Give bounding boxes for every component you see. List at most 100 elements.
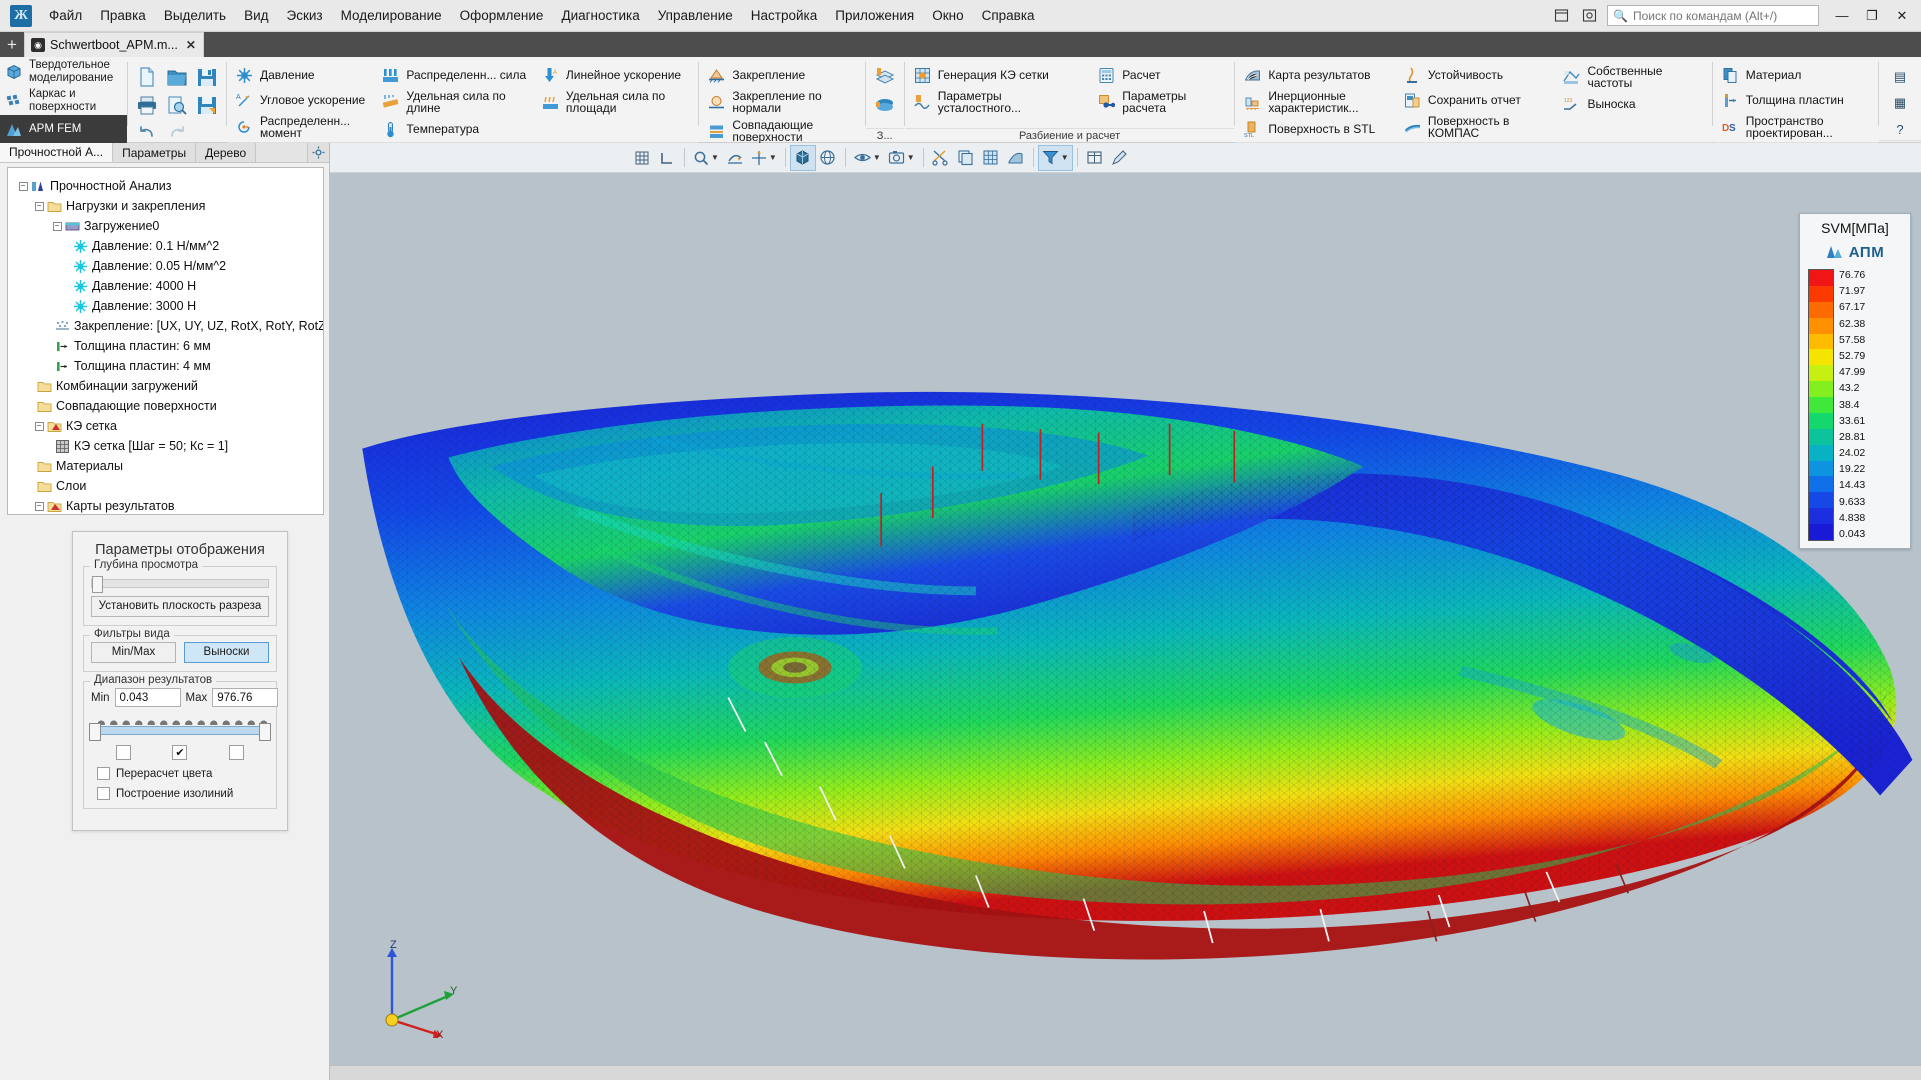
command-material[interactable]: Материал	[1718, 63, 1873, 88]
range-checkbox-middle[interactable]: ✔	[172, 745, 187, 760]
expand-toggle-icon[interactable]: −	[50, 222, 64, 231]
print-icon[interactable]	[133, 92, 161, 118]
search-input[interactable]	[1633, 9, 1813, 23]
tree-node-fe-mesh-folder[interactable]: − КЭ сетка	[14, 416, 319, 436]
menu-item-file[interactable]: Файл	[40, 3, 91, 29]
tree-node-pressure-4[interactable]: Давление: 3000 Н	[14, 296, 319, 316]
shaded-view-icon[interactable]	[791, 146, 815, 170]
menu-item-view[interactable]: Вид	[235, 3, 277, 29]
recalc-color-row[interactable]: Перерасчет цвета	[97, 767, 269, 780]
menu-item-formatting[interactable]: Оформление	[451, 3, 553, 29]
menu-item-management[interactable]: Управление	[649, 3, 742, 29]
expand-toggle-icon[interactable]: −	[32, 502, 46, 511]
isolines-checkbox[interactable]	[97, 787, 110, 800]
expand-toggle-icon[interactable]: −	[16, 182, 30, 191]
layout-panels-icon[interactable]	[1548, 4, 1574, 28]
expand-toggle-icon[interactable]: −	[32, 422, 46, 431]
menu-item-modeling[interactable]: Моделирование	[332, 3, 451, 29]
range-slider[interactable]	[93, 726, 267, 735]
min-input[interactable]	[115, 688, 181, 707]
chevron-down-icon[interactable]: ▼	[769, 153, 777, 162]
command-stability[interactable]: Устойчивость	[1400, 63, 1556, 88]
menu-item-applications[interactable]: Приложения	[826, 3, 923, 29]
max-input[interactable]	[212, 688, 278, 707]
print-preview-icon[interactable]	[163, 92, 191, 118]
wireframe-view-icon[interactable]	[816, 146, 840, 170]
tree-node-thickness-2[interactable]: Толщина пластин: 4 мм	[14, 356, 319, 376]
pan-icon[interactable]: ▼	[748, 146, 780, 170]
command-kompas-surface[interactable]: Поверхность в КОМПАС	[1400, 113, 1556, 142]
document-tab[interactable]: ◉ Schwertboot_APM.m... ✕	[24, 32, 204, 57]
report-icon[interactable]: ▤	[1888, 66, 1912, 88]
command-angular-acceleration[interactable]: A Угловое ускорение	[232, 88, 374, 113]
model-tree-container[interactable]: − Прочностной Анализ − Нагрузки и закреп…	[7, 167, 324, 515]
rotate-icon[interactable]	[723, 146, 747, 170]
command-coincident-surfaces[interactable]: Совпадающие поверхности	[704, 117, 859, 146]
command-temperature[interactable]: Температура	[378, 117, 534, 142]
tree-node-restraint[interactable]: Закрепление: [UX, UY, UZ, RotX, RotY, Ro…	[14, 316, 319, 336]
set-section-plane-button[interactable]: Установить плоскость разреза	[91, 596, 269, 617]
range-checkbox-left[interactable]	[116, 745, 131, 760]
section-icon[interactable]	[929, 146, 953, 170]
command-calculate[interactable]: Расчет	[1094, 63, 1229, 88]
command-plate-thickness[interactable]: Толщина пластин	[1718, 88, 1873, 113]
merge-bodies-icon[interactable]	[871, 92, 899, 118]
tree-node-fe-mesh[interactable]: КЭ сетка [Шаг = 50; Кс = 1]	[14, 436, 319, 456]
contact-pair-icon[interactable]	[871, 64, 899, 90]
camera-icon[interactable]: ▼	[885, 146, 918, 170]
open-folder-icon[interactable]	[163, 64, 191, 90]
mode-frame-surfaces[interactable]: Каркас и поверхности	[0, 86, 127, 115]
menu-item-settings[interactable]: Настройка	[742, 3, 826, 29]
depth-slider[interactable]	[91, 579, 269, 588]
tree-node-thickness-1[interactable]: Толщина пластин: 6 мм	[14, 336, 319, 356]
new-document-icon[interactable]	[133, 64, 161, 90]
mode-solid-modeling[interactable]: Твердотельное моделирование	[0, 57, 127, 86]
tree-node-loads-restraints[interactable]: − Нагрузки и закрепления	[14, 196, 319, 216]
command-linear-acceleration[interactable]: A Линейное ускорение	[538, 63, 694, 88]
menu-item-help[interactable]: Справка	[973, 3, 1044, 29]
menu-item-select[interactable]: Выделить	[155, 3, 235, 29]
command-callout[interactable]: 123 Выноска	[1559, 92, 1706, 117]
chevron-down-icon[interactable]: ▼	[711, 153, 719, 162]
isolines-row[interactable]: Построение изолиний	[97, 787, 269, 800]
command-normal-restraint[interactable]: Закрепление по нормали	[704, 88, 859, 117]
tree-node-materials[interactable]: Материалы	[14, 456, 319, 476]
new-tab-button[interactable]: +	[0, 32, 24, 57]
shade-icon[interactable]	[1004, 146, 1028, 170]
viewport-3d[interactable]: ▼ ▼ ▼	[330, 143, 1921, 1080]
minimize-button[interactable]: —	[1827, 3, 1857, 29]
grid-icon[interactable]	[630, 146, 654, 170]
minmax-button[interactable]: Min/Max	[91, 642, 176, 663]
command-force-per-length[interactable]: Удельная сила по длине	[378, 88, 534, 117]
filter-icon[interactable]: ▼	[1039, 146, 1072, 170]
tree-node-layers[interactable]: Слои	[14, 476, 319, 496]
command-mesh-generation[interactable]: Генерация КЭ сетки	[910, 63, 1065, 88]
probe-icon[interactable]	[1108, 146, 1132, 170]
mode-apm-fem[interactable]: APM FEM	[0, 115, 127, 144]
callouts-button[interactable]: Выноски	[184, 642, 269, 663]
zoom-icon[interactable]: ▼	[690, 146, 722, 170]
menu-item-sketch[interactable]: Эскиз	[278, 3, 332, 29]
command-distributed-moment[interactable]: Распределенн... момент	[232, 113, 374, 142]
tab-parameters[interactable]: Параметры	[113, 143, 196, 162]
command-search[interactable]: 🔍	[1607, 5, 1819, 26]
tab-strength-analysis[interactable]: Прочностной А...	[0, 143, 113, 162]
command-fatigue-parameters[interactable]: Параметры усталостного...	[910, 88, 1065, 117]
command-pressure[interactable]: Давление	[232, 63, 374, 88]
slider-thumb[interactable]	[92, 576, 103, 593]
command-design-space[interactable]: DS Пространство проектирован...	[1718, 113, 1873, 142]
model-canvas[interactable]: Z Y X SVM[МПа] АПМ	[330, 173, 1921, 1080]
help-icon[interactable]: ?	[1888, 118, 1912, 140]
tab-tree[interactable]: Дерево	[196, 143, 256, 162]
layers-icon[interactable]	[954, 146, 978, 170]
command-inertia-characteristics[interactable]: Инерционные характеристик...	[1240, 88, 1396, 117]
chevron-down-icon[interactable]: ▼	[873, 153, 881, 162]
command-save-report[interactable]: Сохранить отчет	[1400, 88, 1556, 113]
save-icon[interactable]	[193, 64, 221, 90]
tree-node-pressure-1[interactable]: Давление: 0.1 Н/мм^2	[14, 236, 319, 256]
mesh-toggle-icon[interactable]	[979, 146, 1003, 170]
recalc-color-checkbox[interactable]	[97, 767, 110, 780]
command-force-per-area[interactable]: Удельная сила по площади	[538, 88, 694, 117]
restore-button[interactable]: ❐	[1857, 3, 1887, 29]
table-view-icon[interactable]	[1083, 146, 1107, 170]
